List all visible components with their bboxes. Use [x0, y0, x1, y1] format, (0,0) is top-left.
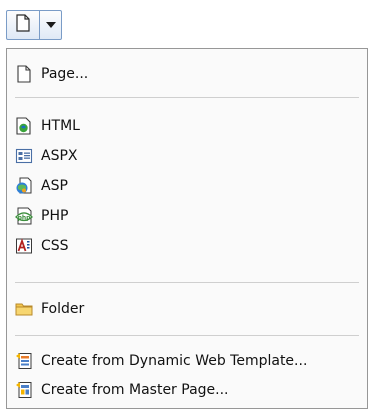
menu-item-label: CSS: [41, 238, 69, 254]
menu-item-html[interactable]: HTML: [11, 111, 361, 141]
menu-item-create-from-master-page[interactable]: Create from Master Page...: [11, 375, 361, 405]
menu-item-asp[interactable]: ASP: [11, 171, 361, 201]
new-page-icon: [15, 14, 31, 36]
menu-item-label: HTML: [41, 118, 80, 134]
aspx-icon: [13, 145, 35, 167]
svg-text:php: php: [18, 215, 32, 222]
menu-separator: [15, 335, 359, 336]
menu-item-label: Page...: [41, 66, 89, 82]
new-dropdown-menu: Page... HTML ASPX ASP php PHP CSS Folder…: [6, 48, 368, 409]
menu-separator: [15, 282, 359, 283]
new-dropdown-arrow-button[interactable]: [40, 11, 61, 39]
menu-item-page[interactable]: Page...: [11, 59, 361, 89]
html-icon: [13, 115, 35, 137]
chevron-down-icon: [45, 22, 56, 28]
asp-icon: [13, 175, 35, 197]
menu-item-label: PHP: [41, 208, 69, 224]
menu-item-label: ASP: [41, 178, 68, 194]
menu-item-label: Create from Dynamic Web Template...: [41, 353, 308, 369]
menu-separator: [15, 97, 359, 98]
menu-item-aspx[interactable]: ASPX: [11, 141, 361, 171]
menu-item-create-from-dynamic-web-template[interactable]: Create from Dynamic Web Template...: [11, 346, 361, 376]
menu-item-folder[interactable]: Folder: [11, 294, 361, 324]
menu-item-css[interactable]: CSS: [11, 231, 361, 261]
php-icon: php: [13, 205, 35, 227]
new-page-button[interactable]: [7, 11, 40, 39]
master-page-icon: [13, 379, 35, 401]
new-split-button[interactable]: [6, 10, 62, 40]
menu-item-php[interactable]: php PHP: [11, 201, 361, 231]
page-icon: [13, 63, 35, 85]
toolbar: [0, 0, 372, 48]
folder-icon: [13, 298, 35, 320]
menu-item-label: Create from Master Page...: [41, 382, 229, 398]
dynamic-web-template-icon: [13, 350, 35, 372]
menu-item-label: Folder: [41, 301, 85, 317]
menu-item-label: ASPX: [41, 148, 78, 164]
css-icon: [13, 235, 35, 257]
